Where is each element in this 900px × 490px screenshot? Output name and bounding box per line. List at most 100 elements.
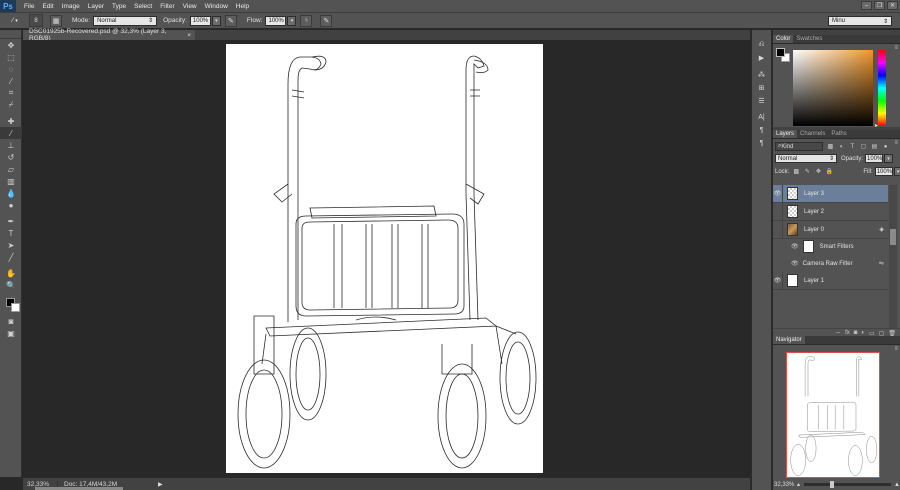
- layer-row[interactable]: Layer 2: [773, 202, 888, 221]
- visibility-off-icon[interactable]: [773, 220, 783, 239]
- pressure-opacity-icon[interactable]: ✎: [224, 14, 237, 27]
- tool-preset-picker[interactable]: ⁄ ▾: [4, 14, 26, 27]
- properties-panel-icon[interactable]: ¶: [752, 137, 771, 150]
- type-tool-icon[interactable]: T: [0, 227, 22, 239]
- clone-stamp-tool-icon[interactable]: ⊥: [0, 139, 22, 151]
- brush-tool-icon[interactable]: ⁄: [0, 127, 22, 139]
- opacity-dropdown-arrow[interactable]: ▾: [211, 15, 221, 26]
- status-menu-arrow-icon[interactable]: ▶: [158, 481, 163, 488]
- flow-dropdown-arrow[interactable]: ▾: [287, 15, 297, 26]
- panel-menu-icon[interactable]: ≡: [894, 346, 898, 352]
- lock-transparent-icon[interactable]: ▩: [792, 168, 800, 175]
- navigator-preview[interactable]: [786, 352, 880, 478]
- line-tool-icon[interactable]: ╱: [0, 251, 22, 263]
- visibility-eye-icon[interactable]: 👁: [773, 184, 783, 203]
- path-selection-tool-icon[interactable]: ➤: [0, 239, 22, 251]
- zoom-in-icon[interactable]: ▲: [894, 482, 900, 488]
- hue-slider[interactable]: [878, 50, 886, 126]
- restore-button[interactable]: ❐: [874, 1, 885, 10]
- hue-slider-marker-icon[interactable]: ▸: [875, 122, 878, 129]
- history-panel-icon[interactable]: ⎌: [752, 38, 771, 51]
- tab-layers[interactable]: Layers: [773, 130, 798, 138]
- menu-type[interactable]: Type: [112, 3, 132, 10]
- minimize-button[interactable]: –: [861, 1, 872, 10]
- hand-tool-icon[interactable]: ✋: [0, 267, 22, 279]
- lock-position-icon[interactable]: ✥: [814, 168, 822, 175]
- paragraph-panel-icon[interactable]: ¶: [752, 124, 771, 137]
- layer-row[interactable]: 👁 Layer 3: [773, 184, 888, 203]
- screen-mode-icon[interactable]: ▣: [0, 327, 22, 339]
- layer-row[interactable]: 👁 Layer 1: [773, 271, 888, 290]
- healing-brush-tool-icon[interactable]: ✚: [0, 115, 22, 127]
- smart-filters-row[interactable]: 👁 Smart Filters: [773, 240, 888, 253]
- menu-window[interactable]: Window: [205, 3, 234, 10]
- panel-menu-icon[interactable]: ≡: [894, 45, 898, 51]
- flow-input[interactable]: 100%: [265, 15, 287, 26]
- color-foreground-swatch[interactable]: [776, 48, 785, 57]
- workspace-select[interactable]: Minu ⇕: [828, 16, 892, 26]
- blur-tool-icon[interactable]: 💧: [0, 187, 22, 199]
- color-swatches[interactable]: [0, 295, 22, 315]
- zoom-tool-icon[interactable]: 🔍: [0, 279, 22, 291]
- blend-mode-select[interactable]: Normal ⇕: [775, 154, 837, 163]
- layers-scrollbar[interactable]: [889, 185, 897, 328]
- lock-all-icon[interactable]: 🔒: [825, 168, 833, 175]
- tab-channels[interactable]: Channels: [797, 130, 828, 138]
- layer-opacity-input[interactable]: 100%: [865, 154, 884, 163]
- navigator-zoom-slider[interactable]: [804, 481, 892, 488]
- toolbar-grip[interactable]: [0, 30, 21, 39]
- opacity-input[interactable]: 100%: [189, 15, 211, 26]
- smart-object-icon[interactable]: ◈: [879, 226, 884, 233]
- brush-panel-toggle-icon[interactable]: ▦: [50, 14, 62, 27]
- eyedropper-tool-icon[interactable]: ⌿: [0, 99, 22, 111]
- clone-source-icon[interactable]: ⊞: [752, 81, 771, 94]
- filter-blending-options-icon[interactable]: ⇋: [879, 260, 884, 267]
- pressure-size-icon[interactable]: ✎: [320, 14, 333, 27]
- visibility-off-icon[interactable]: [773, 202, 783, 221]
- lock-image-icon[interactable]: ✎: [803, 168, 811, 175]
- character-panel-icon[interactable]: A|: [752, 111, 771, 124]
- filter-adjustment-icon[interactable]: ◐: [838, 143, 845, 151]
- filter-pixel-icon[interactable]: ▩: [827, 143, 834, 151]
- zoom-out-icon[interactable]: ▴: [797, 481, 800, 488]
- adjustments-icon[interactable]: ☰: [752, 94, 771, 107]
- lasso-tool-icon[interactable]: ◌: [0, 63, 22, 75]
- camera-raw-filter-row[interactable]: 👁 Camera Raw Filter ⇋: [773, 257, 888, 270]
- menu-view[interactable]: View: [183, 3, 203, 10]
- tab-swatches[interactable]: Swatches: [793, 35, 825, 43]
- layer-row[interactable]: Layer 0 ◈: [773, 220, 888, 239]
- document-canvas[interactable]: [226, 44, 543, 473]
- layer-fill-arrow[interactable]: ▾: [893, 167, 900, 176]
- brush-presets-icon[interactable]: ⁂: [752, 68, 771, 81]
- layers-scroll-thumb[interactable]: [890, 229, 896, 245]
- quick-selection-tool-icon[interactable]: ⁄: [0, 75, 22, 87]
- document-tab[interactable]: DSC01925b-Recovered.psd @ 32,3% (Layer 3…: [23, 28, 195, 42]
- filter-type-icon[interactable]: T: [849, 143, 856, 151]
- menu-edit[interactable]: Edit: [42, 3, 59, 10]
- tab-paths[interactable]: Paths: [828, 130, 849, 138]
- visibility-eye-icon[interactable]: 👁: [773, 271, 783, 290]
- brush-size-picker[interactable]: 8: [29, 14, 43, 27]
- filter-shape-icon[interactable]: ▢: [860, 143, 867, 151]
- layer-fill-input[interactable]: 100%: [874, 167, 893, 176]
- panel-menu-icon[interactable]: ≡: [894, 140, 898, 146]
- menu-select[interactable]: Select: [134, 3, 158, 10]
- filter-visibility-icon[interactable]: 👁: [791, 243, 799, 250]
- navigator-zoom-value[interactable]: 32,33%: [773, 482, 794, 488]
- filter-visibility-icon[interactable]: 👁: [791, 260, 799, 267]
- filter-smart-object-icon[interactable]: ▤: [871, 143, 878, 151]
- menu-filter[interactable]: Filter: [160, 3, 180, 10]
- tab-color[interactable]: Color: [773, 35, 794, 43]
- gradient-tool-icon[interactable]: ▥: [0, 175, 22, 187]
- layer-opacity-arrow[interactable]: ▾: [884, 154, 894, 163]
- crop-tool-icon[interactable]: ⌗: [0, 87, 22, 99]
- close-button[interactable]: ✕: [887, 1, 898, 10]
- mode-select[interactable]: Normal ⇕: [93, 15, 158, 26]
- dodge-tool-icon[interactable]: ●: [0, 199, 22, 211]
- eraser-tool-icon[interactable]: ▱: [0, 163, 22, 175]
- menu-image[interactable]: Image: [62, 3, 86, 10]
- quick-mask-icon[interactable]: ◙: [0, 315, 22, 327]
- canvas-area[interactable]: [23, 40, 750, 477]
- background-color-swatch[interactable]: [11, 303, 20, 312]
- zoom-slider-knob[interactable]: [830, 481, 835, 488]
